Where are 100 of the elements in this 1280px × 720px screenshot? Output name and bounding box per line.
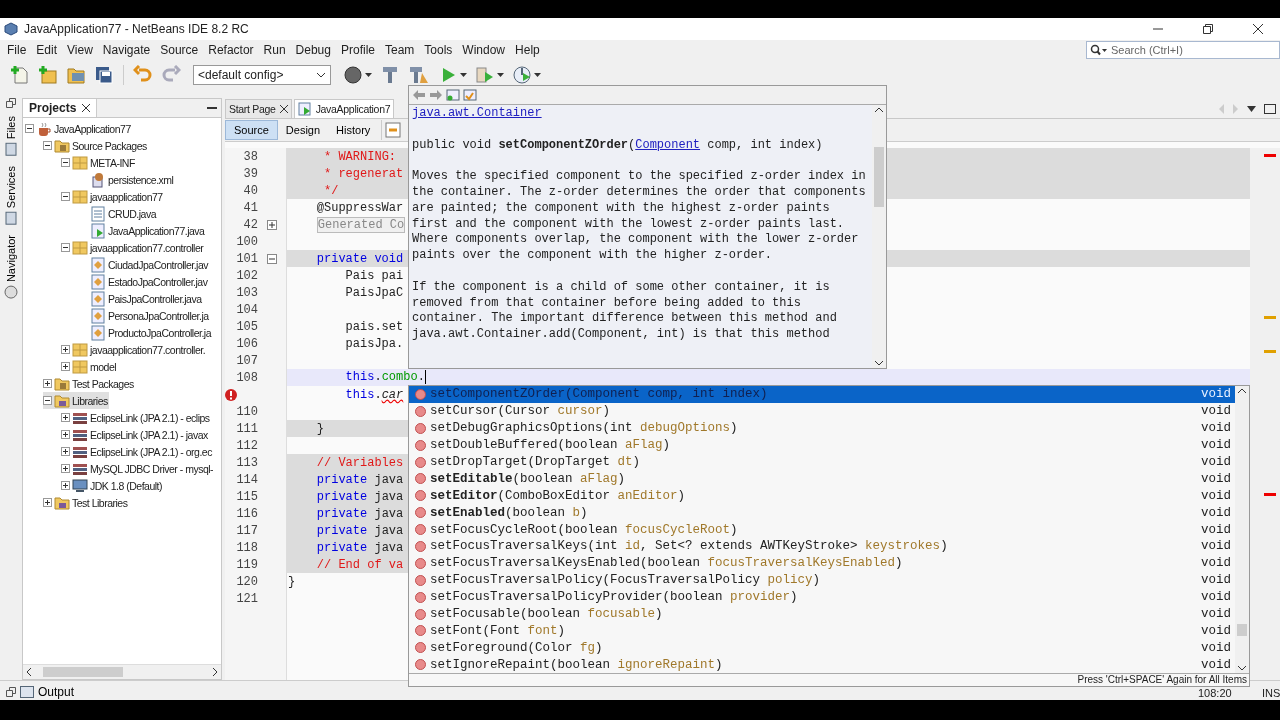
scrollbar-thumb[interactable] bbox=[874, 146, 885, 207]
dropdown-icon[interactable] bbox=[1247, 106, 1256, 112]
menu-item[interactable]: Window bbox=[457, 41, 511, 59]
collapse-icon[interactable] bbox=[61, 243, 70, 252]
completion-item[interactable]: setIgnoreRepaint(boolean ignoreRepaint) void bbox=[409, 656, 1235, 674]
search-icon[interactable] bbox=[1090, 44, 1108, 56]
completion-item[interactable]: setFocusCycleRoot(boolean focusCycleRoot) void bbox=[409, 521, 1235, 538]
expand-icon[interactable] bbox=[43, 498, 52, 507]
expand-icon[interactable] bbox=[43, 379, 52, 388]
menu-item[interactable]: Help bbox=[510, 41, 545, 59]
collapse-icon[interactable] bbox=[43, 141, 52, 150]
side-tab[interactable]: Files bbox=[4, 114, 18, 159]
tree-item[interactable]: JavaApplication77 bbox=[25, 120, 132, 137]
scroll-right-icon[interactable] bbox=[211, 667, 219, 677]
menu-item[interactable]: Edit bbox=[31, 41, 63, 59]
menu-item[interactable]: Profile bbox=[336, 41, 380, 59]
completion-item[interactable]: setFocusTraversalKeysEnabled(boolean focusTraversalKeysEnabled) void bbox=[409, 554, 1235, 572]
menu-item[interactable]: Run bbox=[258, 41, 291, 59]
collapse-icon[interactable] bbox=[43, 396, 52, 405]
completion-item[interactable]: setFocusTraversalKeys(int id, Set<? extends AWTKeyStroke> keystrokes) void bbox=[409, 538, 1235, 555]
tree-item[interactable]: EclipseLink (JPA 2.1) - org.ec bbox=[61, 443, 213, 460]
tree-item[interactable]: ProductoJpaController.ja bbox=[79, 324, 212, 341]
expand-icon[interactable] bbox=[61, 430, 70, 439]
menu-item[interactable]: Refactor bbox=[203, 41, 259, 59]
completion-item[interactable]: setComponentZOrder(Component comp, int index) void bbox=[409, 386, 1235, 403]
tree-item[interactable]: EclipseLink (JPA 2.1) - javax bbox=[61, 426, 209, 443]
completion-item[interactable]: setEditable(boolean aFlag) void bbox=[409, 470, 1235, 488]
tree-item[interactable]: Test Libraries bbox=[43, 494, 129, 511]
menu-item[interactable]: View bbox=[62, 41, 98, 59]
completion-item[interactable]: setFocusTraversalPolicyProvider(boolean provider) void bbox=[409, 588, 1235, 606]
completion-item[interactable]: setEditor(ComboBoxEditor anEditor) void bbox=[409, 487, 1235, 505]
browser-button[interactable] bbox=[341, 63, 374, 87]
tree-item[interactable]: MySQL JDBC Driver - mysql- bbox=[61, 460, 215, 477]
scrollbar-thumb[interactable] bbox=[1237, 623, 1247, 636]
completion-item[interactable]: setFont(Font font) void bbox=[409, 622, 1235, 640]
tree-item[interactable]: CiudadJpaController.jav bbox=[79, 256, 209, 273]
class-link[interactable]: java.awt.Container bbox=[412, 106, 542, 120]
collapse-icon[interactable] bbox=[25, 124, 34, 133]
completion-item[interactable]: setFocusable(boolean focusable) void bbox=[409, 605, 1235, 623]
editor-tab[interactable]: JavaApplication7 bbox=[293, 99, 395, 118]
close-icon[interactable] bbox=[82, 104, 91, 112]
scrollbar-thumb[interactable] bbox=[43, 667, 123, 677]
tree-item[interactable]: Libraries bbox=[43, 392, 109, 409]
window-restore-icon[interactable] bbox=[1264, 104, 1276, 114]
menu-item[interactable]: Debug bbox=[290, 41, 336, 59]
completion-item[interactable]: setEnabled(boolean b) void bbox=[409, 504, 1235, 522]
menu-item[interactable]: Tools bbox=[419, 41, 458, 59]
menu-item[interactable]: Team bbox=[380, 41, 420, 59]
view-tab[interactable]: Design bbox=[277, 120, 329, 140]
completion-item[interactable]: setCursor(Cursor cursor) void bbox=[409, 402, 1235, 420]
editor-tab[interactable]: Start Page bbox=[225, 99, 292, 118]
expand-icon[interactable] bbox=[61, 345, 70, 354]
menu-item[interactable]: Source bbox=[155, 41, 204, 59]
completion-item[interactable]: setForeground(Color fg) void bbox=[409, 639, 1235, 657]
tree-item[interactable]: javaapplication77 bbox=[61, 188, 164, 205]
menu-item[interactable]: Navigate bbox=[97, 41, 156, 59]
browser-window-icon[interactable] bbox=[446, 88, 460, 102]
tree-item[interactable]: JavaApplication77.java bbox=[79, 222, 206, 239]
back-source-icon[interactable] bbox=[385, 122, 402, 138]
new-project-button[interactable] bbox=[36, 63, 60, 87]
expand-icon[interactable] bbox=[61, 362, 70, 371]
view-tab[interactable]: History bbox=[328, 120, 379, 140]
side-tab[interactable]: Services bbox=[4, 164, 18, 228]
menu-item[interactable]: File bbox=[2, 41, 32, 59]
tree-item[interactable]: EstadoJpaController.jav bbox=[79, 273, 209, 290]
close-icon[interactable] bbox=[279, 105, 288, 113]
completion-item[interactable]: setDropTarget(DropTarget dt) void bbox=[409, 453, 1235, 471]
tree-item[interactable]: persistence.xml bbox=[79, 171, 175, 188]
config-dropdown[interactable]: <default config> bbox=[193, 65, 331, 85]
scroll-left-icon[interactable] bbox=[25, 667, 33, 677]
tree-item[interactable]: CRUD.java bbox=[79, 205, 157, 222]
expand-icon[interactable] bbox=[61, 413, 70, 422]
tree-item[interactable]: Test Packages bbox=[43, 375, 135, 392]
completion-item[interactable]: setFocusTraversalPolicy(FocusTraversalPolicy policy) void bbox=[409, 571, 1235, 589]
tree-item[interactable]: JDK 1.8 (Default) bbox=[61, 477, 164, 494]
tree-item[interactable]: PersonaJpaController.ja bbox=[79, 307, 210, 324]
tree-item[interactable]: model bbox=[61, 358, 118, 375]
search-field[interactable]: Search (Ctrl+I) bbox=[1086, 41, 1280, 59]
completion-item[interactable]: setDebugGraphicsOptions(int debugOptions) void bbox=[409, 419, 1235, 437]
expand-icon[interactable] bbox=[61, 481, 70, 490]
tree-item[interactable]: META-INF bbox=[61, 154, 136, 171]
view-tab[interactable]: Source bbox=[225, 120, 278, 140]
completion-item[interactable]: setDoubleBuffered(boolean aFlag) void bbox=[409, 436, 1235, 454]
collapse-icon[interactable] bbox=[61, 192, 70, 201]
scroll-up-icon[interactable] bbox=[875, 107, 884, 112]
side-tab[interactable]: Navigator bbox=[4, 233, 18, 302]
scroll-down-icon[interactable] bbox=[875, 361, 884, 366]
expand-icon[interactable] bbox=[61, 447, 70, 456]
tree-item[interactable]: EclipseLink (JPA 2.1) - eclips bbox=[61, 409, 211, 426]
collapse-icon[interactable] bbox=[61, 158, 70, 167]
output-tab[interactable]: Output bbox=[6, 685, 75, 699]
panel-tab[interactable]: Projects bbox=[23, 99, 98, 117]
tree-item[interactable]: PaisJpaController.java bbox=[79, 290, 203, 307]
tree-item[interactable]: javaapplication77.controller. bbox=[61, 341, 207, 358]
scroll-up-icon[interactable] bbox=[1238, 388, 1246, 393]
tree-item[interactable]: Source Packages bbox=[43, 137, 148, 154]
tree-item[interactable]: javaapplication77.controller bbox=[61, 239, 205, 256]
expand-icon[interactable] bbox=[61, 464, 70, 473]
expand-icon[interactable] bbox=[267, 219, 277, 230]
scroll-down-icon[interactable] bbox=[1238, 666, 1246, 672]
